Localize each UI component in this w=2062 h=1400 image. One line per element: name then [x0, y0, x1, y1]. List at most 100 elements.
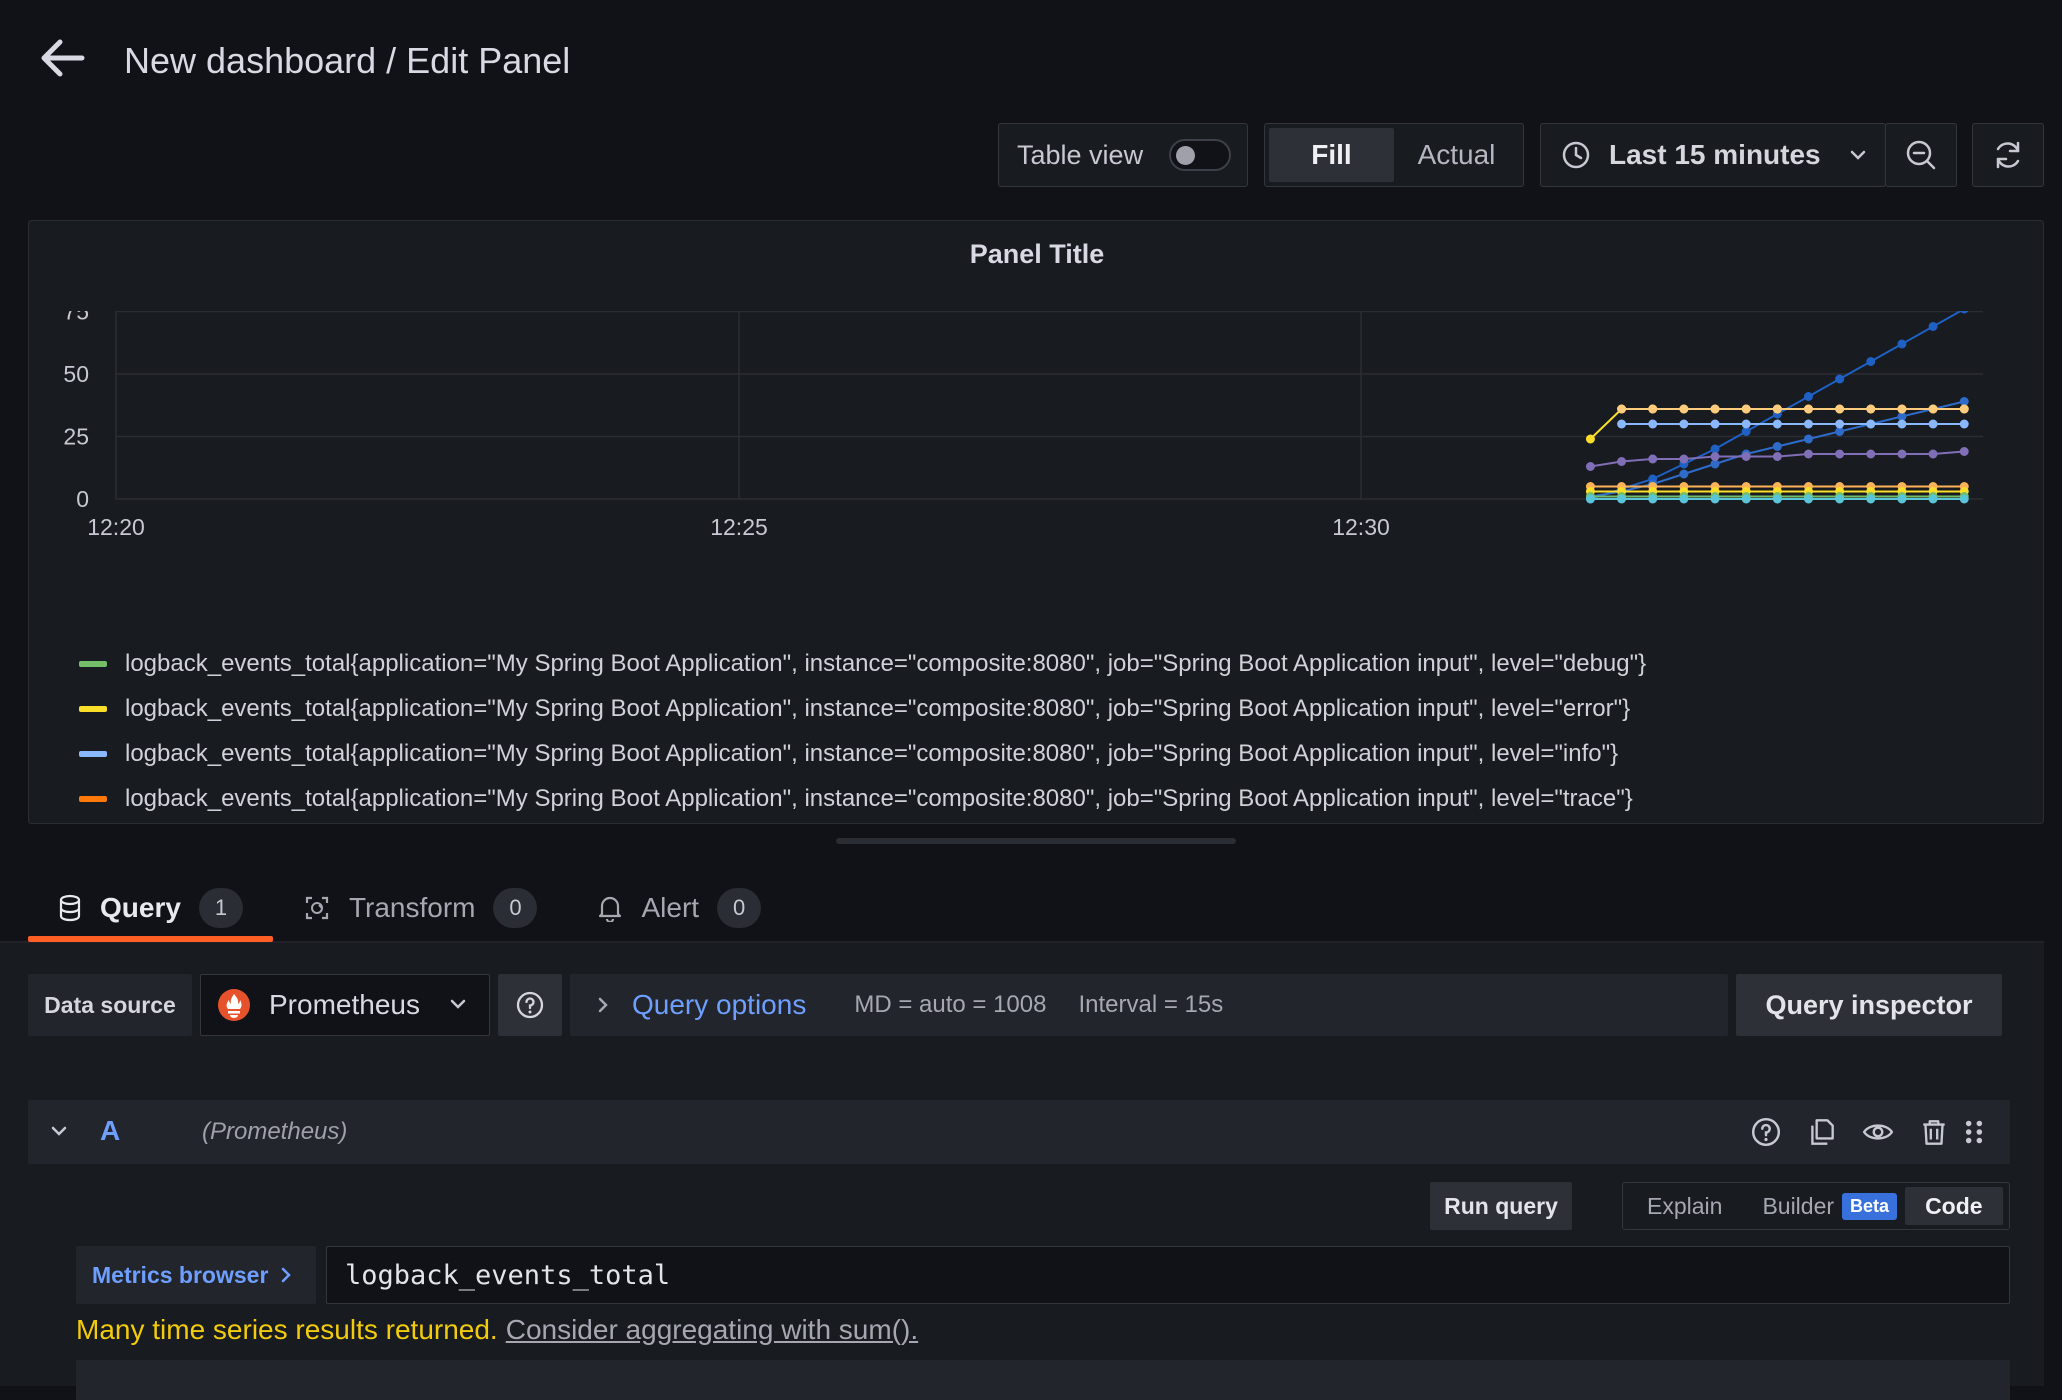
data-point	[1648, 419, 1658, 429]
data-point	[1803, 434, 1813, 444]
tab-alert[interactable]: Alert 0	[567, 876, 791, 940]
eye-icon[interactable]	[1862, 1116, 1894, 1148]
data-source-help-button[interactable]	[498, 974, 562, 1036]
data-source-picker[interactable]: Prometheus	[200, 974, 490, 1036]
refresh-button[interactable]	[1972, 123, 2044, 187]
data-point	[1617, 457, 1627, 466]
table-view-label: Table view	[1017, 139, 1144, 170]
x-axis: 12:20 12:25 12:30	[87, 514, 1390, 540]
panel-title[interactable]: Panel Title	[29, 239, 2045, 270]
chart-series	[1585, 311, 1969, 504]
data-source-name: Prometheus	[269, 989, 420, 1020]
query-options-label: Query options	[632, 989, 807, 1020]
legend-item[interactable]: logback_events_total{application="My Spr…	[79, 776, 1646, 821]
page-title: New dashboard / Edit Panel	[124, 40, 571, 81]
warning-text: Many time series results returned.	[76, 1314, 498, 1345]
chevron-down-icon[interactable]	[50, 1124, 68, 1138]
data-point	[1835, 419, 1845, 429]
x-tick-label: 12:30	[1332, 514, 1390, 540]
explain-toggle[interactable]: Explain	[1627, 1187, 1742, 1225]
actual-button[interactable]: Actual	[1394, 128, 1519, 182]
zoom-out-button[interactable]	[1885, 123, 1957, 187]
legend-item[interactable]: logback_events_total{application="My Spr…	[79, 686, 1646, 731]
query-datasource-hint: (Prometheus)	[202, 1118, 348, 1145]
aggregate-sum-link[interactable]: Consider aggregating with sum().	[506, 1314, 918, 1345]
data-point	[1741, 404, 1751, 414]
toggle-switch[interactable]	[1169, 139, 1231, 171]
database-icon	[59, 894, 81, 922]
legend-label: logback_events_total{application="My Spr…	[125, 739, 1619, 767]
data-point	[1710, 494, 1720, 504]
chevron-right-icon	[282, 1267, 292, 1283]
data-point	[1959, 404, 1969, 414]
data-point	[1741, 419, 1751, 429]
data-point	[1928, 419, 1938, 429]
data-point	[1617, 419, 1627, 429]
data-source-label: Data source	[28, 974, 192, 1036]
y-tick-label: 50	[63, 361, 89, 387]
time-series-chart[interactable]: 0255075100 12:2012:2512:30	[29, 311, 2045, 611]
back-button[interactable]	[38, 36, 90, 80]
legend-item[interactable]: logback_events_total{application="My Spr…	[79, 641, 1646, 686]
fill-button[interactable]: Fill	[1269, 128, 1394, 182]
series-warning: Many time series results returned. Consid…	[76, 1314, 918, 1346]
query-inspector-button[interactable]: Query inspector	[1736, 974, 2002, 1036]
data-point	[1772, 452, 1782, 461]
data-point	[1648, 494, 1658, 504]
data-point	[1897, 419, 1907, 429]
data-point	[1679, 419, 1689, 429]
data-point	[1741, 494, 1751, 504]
tab-alert-count: 0	[717, 888, 762, 928]
query-hints-area	[76, 1360, 2010, 1400]
data-point	[1648, 404, 1658, 414]
x-tick-label: 12:20	[87, 514, 145, 540]
editor-mode-switch: Explain Builder Beta Code	[1622, 1182, 2010, 1230]
chevron-down-icon	[1850, 150, 1866, 160]
data-point	[1710, 404, 1720, 414]
builder-label: Builder	[1762, 1192, 1835, 1219]
legend-item[interactable]: logback_events_total{application="My Spr…	[79, 731, 1646, 776]
clock-icon	[1562, 141, 1590, 169]
code-mode-button[interactable]: Code	[1905, 1187, 2003, 1225]
y-tick-label: 25	[63, 424, 89, 450]
tab-alert-label: Alert	[641, 892, 700, 923]
run-query-button[interactable]: Run query	[1430, 1182, 1572, 1230]
drag-handle-icon[interactable]	[1962, 1116, 1986, 1148]
tab-transform[interactable]: Transform 0	[273, 876, 568, 940]
builder-mode-button[interactable]: Builder Beta	[1742, 1187, 1905, 1225]
data-point	[1866, 494, 1876, 504]
tab-transform-count: 0	[493, 888, 538, 928]
data-point	[1897, 339, 1907, 349]
pane-resize-handle[interactable]	[836, 838, 1236, 844]
data-point	[1928, 494, 1938, 504]
data-point	[1928, 322, 1938, 331]
time-range-picker[interactable]: Last 15 minutes	[1540, 123, 1886, 187]
query-ref-id[interactable]: A	[100, 1115, 120, 1147]
help-icon[interactable]	[1750, 1116, 1782, 1148]
metrics-browser-button[interactable]: Metrics browser	[76, 1246, 316, 1304]
bell-icon	[599, 896, 622, 922]
data-point	[1897, 449, 1907, 459]
data-point	[1897, 404, 1907, 414]
trash-icon[interactable]	[1918, 1116, 1950, 1148]
data-point	[1710, 419, 1720, 429]
table-view-toggle[interactable]: Table view	[998, 123, 1248, 187]
tab-query[interactable]: Query 1	[28, 876, 273, 942]
data-point	[1835, 449, 1845, 459]
data-point	[1866, 357, 1876, 366]
data-point	[1959, 419, 1969, 429]
data-point	[1772, 442, 1782, 451]
data-point	[1710, 452, 1720, 461]
transform-icon	[305, 896, 329, 920]
data-point	[1585, 494, 1595, 504]
data-point	[1803, 449, 1813, 459]
data-point	[1866, 419, 1876, 429]
query-expression-input[interactable]: logback_events_total	[326, 1246, 2010, 1304]
data-point	[1866, 449, 1876, 459]
chart-grid	[115, 311, 1983, 500]
chevron-down-icon	[450, 999, 466, 1009]
legend-swatch	[79, 660, 107, 667]
query-options[interactable]: Query options MD = auto = 1008 Interval …	[570, 974, 1728, 1036]
duplicate-icon[interactable]	[1806, 1116, 1838, 1148]
y-tick-label: 75	[63, 311, 89, 325]
